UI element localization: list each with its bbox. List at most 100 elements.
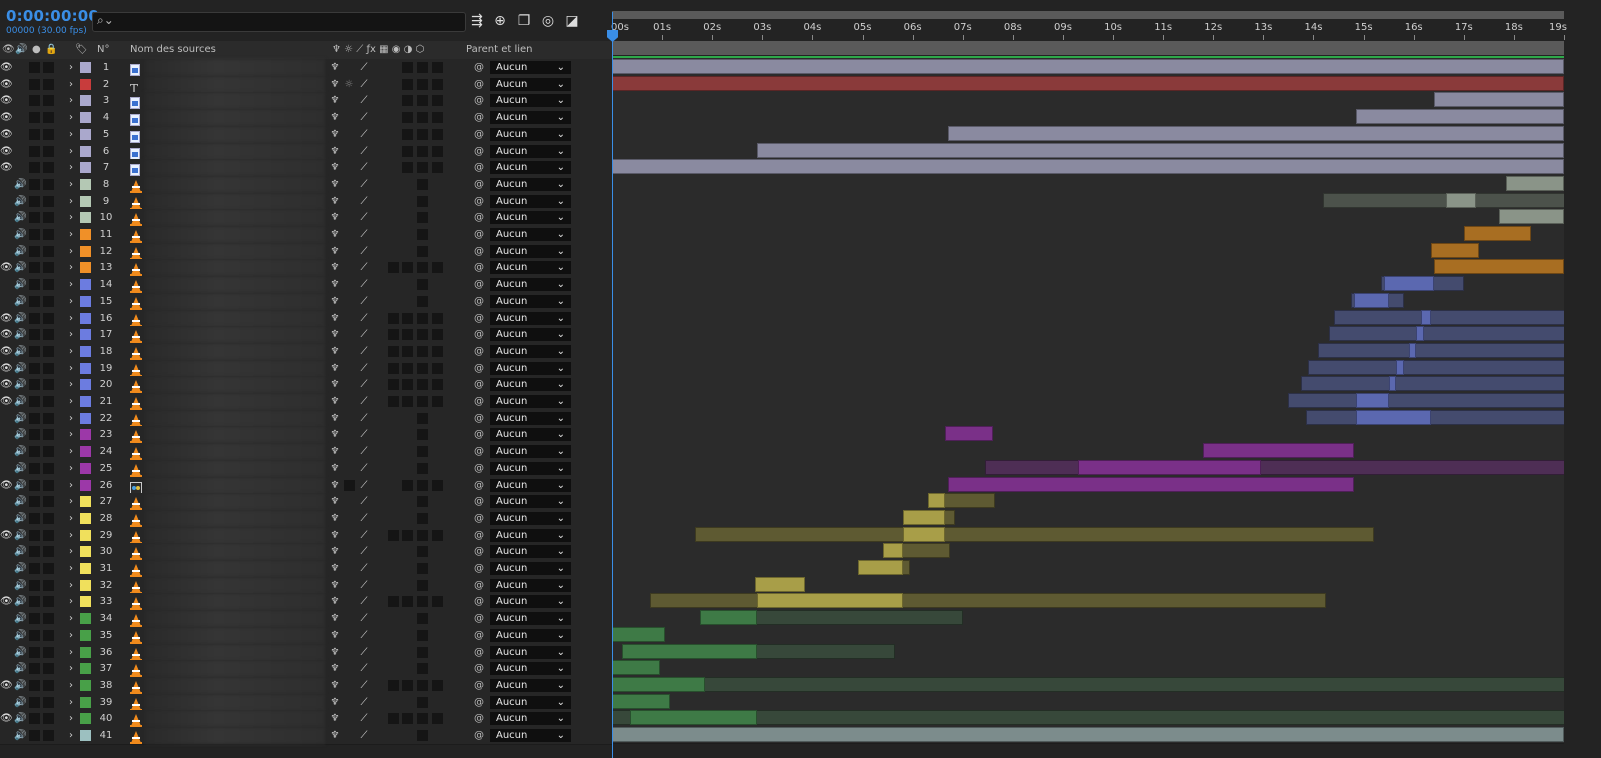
motion-blur-switch[interactable] [402,312,413,324]
shy-switch-icon[interactable]: ♆ [329,543,341,560]
quality-switch-icon[interactable]: ⟋ [358,209,370,226]
layer-name-blurred[interactable] [145,359,325,377]
motion-blur-switch[interactable] [402,679,413,691]
layer-row[interactable]: 🔊 › 23 ♆ ⟋ @ Aucun ⌄ [0,426,612,445]
pick-whip-icon[interactable]: @ [473,226,485,243]
layer-row[interactable]: 🔊 › 31 ♆ ⟋ @ Aucun ⌄ [0,560,612,578]
quality-switch-icon[interactable]: ⟋ [358,477,370,494]
label-color-swatch[interactable] [80,613,91,625]
frame-blend-switch[interactable] [388,713,399,725]
3d-layer-switch[interactable] [432,262,443,274]
layer-duration-bar[interactable] [612,676,705,692]
parent-dropdown[interactable]: Aucun ⌄ [490,378,571,392]
frame-blend-switch[interactable] [388,596,399,608]
layer-row[interactable]: 🔊 › 37 ♆ ⟋ @ Aucun ⌄ [0,660,612,679]
video-eye-icon[interactable]: 👁 [0,376,13,393]
adjustment-switch[interactable] [417,579,428,591]
layer-duration-bar[interactable] [857,560,903,575]
audio-speaker-icon[interactable]: 🔊 [14,610,26,627]
expand-chevron-icon[interactable]: › [67,660,75,677]
parent-dropdown[interactable]: Aucun ⌄ [490,144,571,158]
expand-chevron-icon[interactable]: › [67,259,75,276]
layer-row[interactable]: 🔊 › 12 ♆ ⟋ @ Aucun ⌄ [0,242,612,261]
quality-switch-icon[interactable]: ⟋ [358,326,370,343]
parent-dropdown[interactable]: Aucun ⌄ [490,228,571,241]
layer-name-blurred[interactable] [145,560,325,577]
video-eye-icon[interactable] [0,209,12,226]
audio-speaker-icon[interactable] [14,92,26,109]
audio-speaker-icon[interactable]: 🔊 [14,577,26,594]
pick-whip-icon[interactable]: @ [473,76,485,93]
parent-dropdown[interactable]: Aucun ⌄ [490,261,571,275]
video-eye-icon[interactable]: 👁 [0,710,13,727]
parent-dropdown[interactable]: Aucun ⌄ [490,678,571,692]
layer-row[interactable]: 🔊 › 41 ♆ ⟋ @ Aucun ⌄ [0,727,612,745]
audio-speaker-icon[interactable] [14,143,26,160]
layer-name-blurred[interactable] [145,493,325,511]
audio-speaker-icon[interactable] [14,109,26,126]
pick-whip-icon[interactable]: @ [473,694,485,711]
label-color-swatch[interactable] [80,362,91,374]
parent-dropdown[interactable]: Aucun ⌄ [490,562,571,575]
motion-blur-switch[interactable] [402,95,413,107]
video-eye-icon[interactable]: 👁 [0,310,13,327]
lock-switch[interactable] [43,62,54,73]
frame-blend-switch[interactable] [388,329,399,341]
audio-speaker-icon[interactable]: 🔊 [14,460,26,477]
adjustment-switch[interactable] [417,596,428,608]
layer-row[interactable]: 👁 🔊 › 26 ♆ ⟋ @ Aucun ⌄ [0,476,612,495]
layer-duration-bar[interactable] [947,125,1564,141]
pick-whip-icon[interactable]: @ [473,243,485,260]
layer-row[interactable]: 👁 🔊 › 38 ♆ ⟋ @ Aucun ⌄ [0,676,612,695]
quality-switch-icon[interactable]: ⟋ [358,627,370,644]
quality-switch-icon[interactable]: ⟋ [358,543,370,560]
current-time-indicator[interactable] [607,12,618,758]
lock-switch[interactable] [43,679,54,691]
label-color-swatch[interactable] [80,62,91,73]
layer-name-blurred[interactable] [145,209,325,227]
solo-switch[interactable] [29,245,40,257]
layer-row[interactable]: 🔊 › 34 ♆ ⟋ @ Aucun ⌄ [0,610,612,629]
pick-whip-icon[interactable]: @ [473,527,485,544]
3d-layer-switch[interactable] [432,162,443,174]
layer-name-blurred[interactable] [145,376,325,394]
quality-switch-icon[interactable]: ⟋ [358,644,370,661]
pick-whip-icon[interactable]: @ [473,426,485,443]
lock-switch[interactable] [43,579,54,591]
layer-duration-bar[interactable] [612,626,665,642]
parent-dropdown[interactable]: Aucun ⌄ [490,361,571,375]
solo-column-icon[interactable]: ● [32,44,41,55]
expand-chevron-icon[interactable]: › [67,627,75,644]
3d-layer-switch[interactable] [432,713,443,725]
audio-speaker-icon[interactable]: 🔊 [14,510,26,527]
shy-switch-icon[interactable]: ♆ [329,143,341,160]
adjustment-switch[interactable] [417,329,428,341]
motion-blur-switch[interactable] [402,112,413,124]
label-color-swatch[interactable] [80,345,91,357]
shy-switch-icon[interactable]: ♆ [329,627,341,644]
layer-name-blurred[interactable] [145,476,325,494]
layer-row[interactable]: 🔊 › 15 ♆ ⟋ @ Aucun ⌄ [0,292,612,311]
video-eye-icon[interactable] [0,243,12,260]
layer-row[interactable]: 🔊 › 36 ♆ ⟋ @ Aucun ⌄ [0,643,612,662]
label-color-swatch[interactable] [80,579,91,591]
layer-row[interactable]: 👁 🔊 › 17 ♆ ⟋ @ Aucun ⌄ [0,326,612,345]
motion-blur-switch[interactable] [402,128,413,140]
lock-switch[interactable] [43,512,54,524]
shy-switch-icon[interactable]: ♆ [329,410,341,427]
shy-switch-icon[interactable]: ♆ [329,376,341,393]
motion-blur-switch[interactable] [402,345,413,357]
layer-duration-bar[interactable] [1431,242,1479,258]
layer-name-blurred[interactable] [145,443,325,461]
lock-switch[interactable] [43,629,54,641]
label-color-swatch[interactable] [80,563,91,574]
solo-switch[interactable] [29,646,40,658]
label-color-swatch[interactable] [80,496,91,508]
layer-name-blurred[interactable] [145,509,325,527]
audio-speaker-icon[interactable]: 🔊 [14,644,26,661]
3d-layer-switch[interactable] [432,95,443,107]
pick-whip-icon[interactable]: @ [473,360,485,377]
video-eye-icon[interactable] [0,426,12,443]
adjustment-switch[interactable] [417,713,428,725]
quality-switch-icon[interactable]: ⟋ [358,126,370,143]
